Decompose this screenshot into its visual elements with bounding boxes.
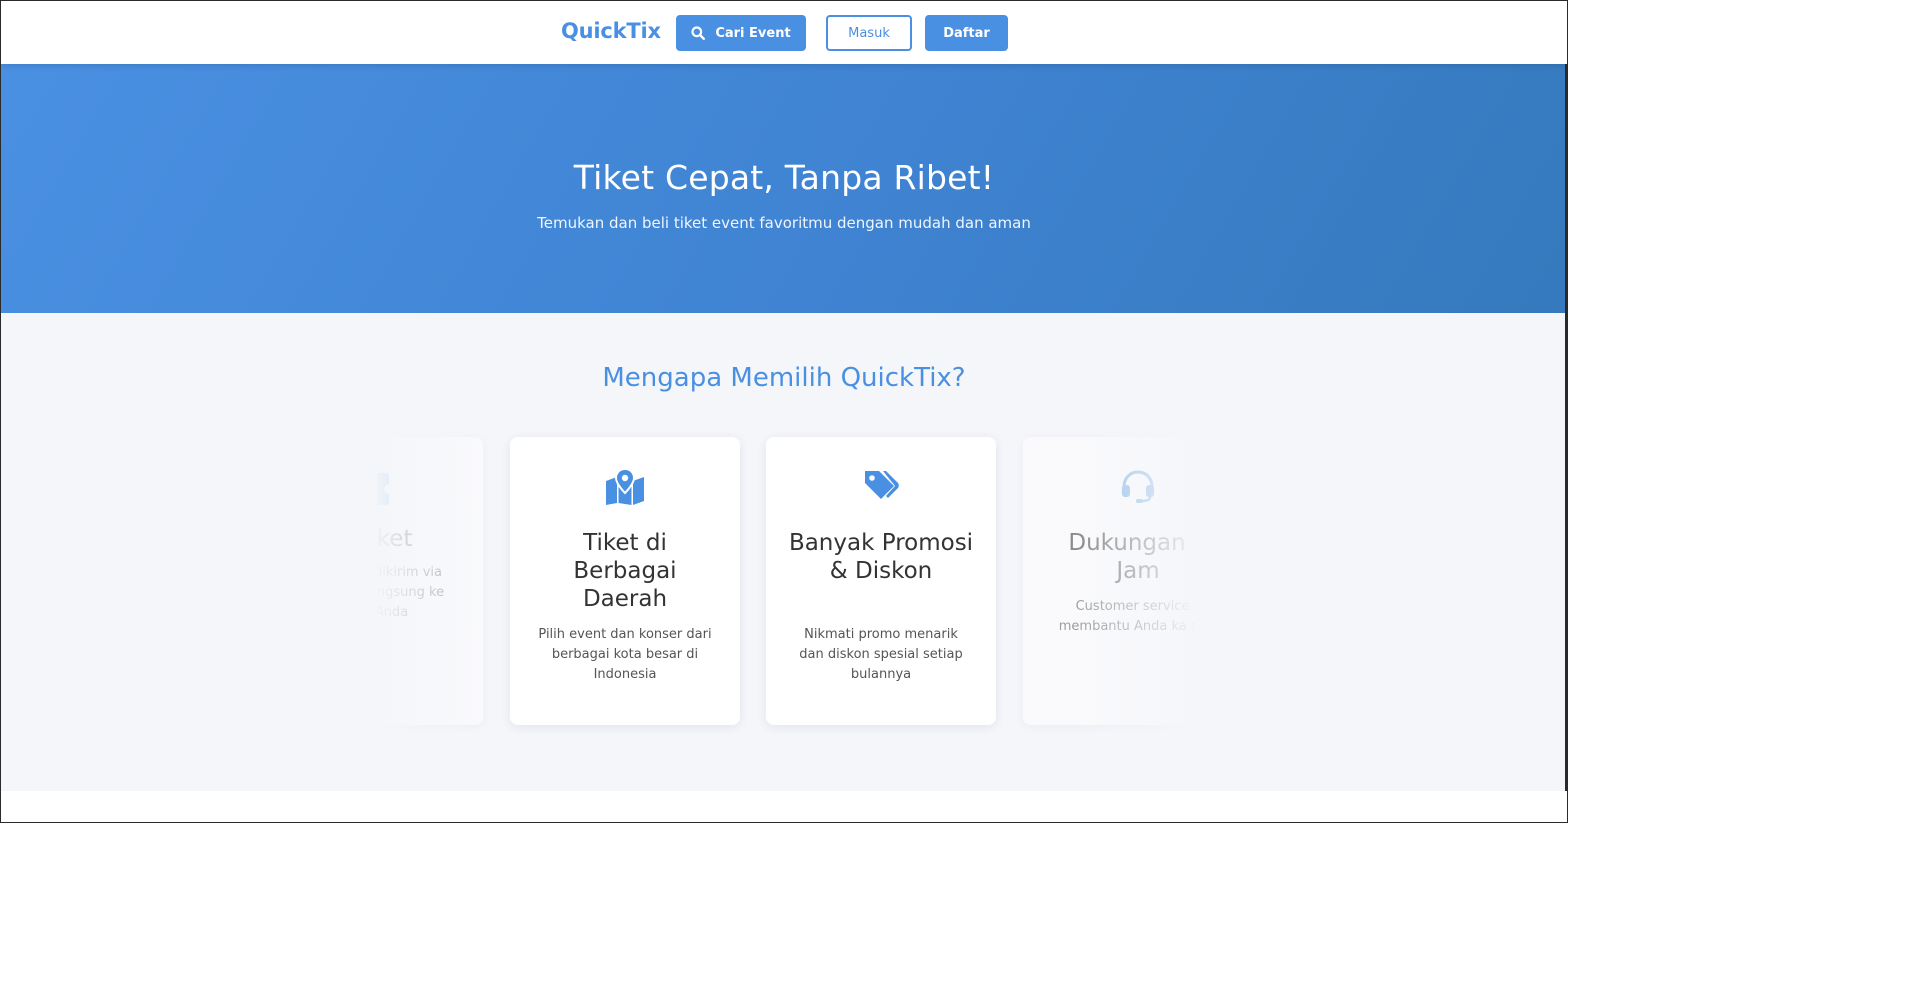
hero-title: Tiket Cepat, Tanpa Ribet! xyxy=(573,158,995,197)
feature-card-title: E-Ticket xyxy=(377,526,413,552)
search-event-label: Cari Event xyxy=(715,25,791,41)
feature-card-support: Dukungan 2 Jam Customer service s memban… xyxy=(1023,437,1195,725)
ticket-icon xyxy=(377,469,483,509)
login-button[interactable]: Masuk xyxy=(826,15,912,51)
page: QuickTix Cari Event Masuk Daftar Tiket C… xyxy=(0,0,1568,823)
window-edge xyxy=(1565,1,1567,791)
search-event-button[interactable]: Cari Event xyxy=(676,15,806,51)
features-title: Mengapa Memilih QuickTix? xyxy=(602,363,966,393)
brand-logo[interactable]: QuickTix xyxy=(561,19,661,43)
feature-card-desc: Pilih event dan konser dari berbagai kot… xyxy=(538,627,712,682)
features-section: Mengapa Memilih QuickTix? E-Ticket Tiket… xyxy=(1,313,1567,791)
feature-card-promos: Banyak Promosi & Diskon Nikmati promo me… xyxy=(766,437,996,725)
navbar: QuickTix Cari Event Masuk Daftar xyxy=(1,1,1567,64)
feature-card-desc: Nikmati promo menarik dan diskon spesial… xyxy=(799,627,963,682)
tags-icon xyxy=(766,469,996,501)
features-carousel[interactable]: E-Ticket Tiket digital dikirim via email… xyxy=(377,426,1195,736)
feature-card-title: Banyak Promosi & Diskon xyxy=(788,530,974,584)
feature-card-e-ticket: E-Ticket Tiket digital dikirim via email… xyxy=(377,437,483,725)
search-icon xyxy=(691,26,706,40)
feature-card-regions: Tiket di Berbagai Daerah Pilih event dan… xyxy=(510,437,740,725)
hero-banner: Tiket Cepat, Tanpa Ribet! Temukan dan be… xyxy=(1,64,1567,313)
feature-card-title: Dukungan 2 Jam xyxy=(1068,530,1195,584)
feature-card-desc: Tiket digital dikirim via email atau lan… xyxy=(377,565,445,620)
register-button[interactable]: Daftar xyxy=(925,15,1008,51)
headset-icon xyxy=(1023,469,1195,503)
map-location-icon xyxy=(510,469,740,505)
hero-subtitle: Temukan dan beli tiket event favoritmu d… xyxy=(537,214,1031,232)
feature-card-desc: Customer service s membantu Anda ka saja xyxy=(1058,599,1195,634)
feature-card-title: Tiket di Berbagai Daerah xyxy=(573,530,677,612)
